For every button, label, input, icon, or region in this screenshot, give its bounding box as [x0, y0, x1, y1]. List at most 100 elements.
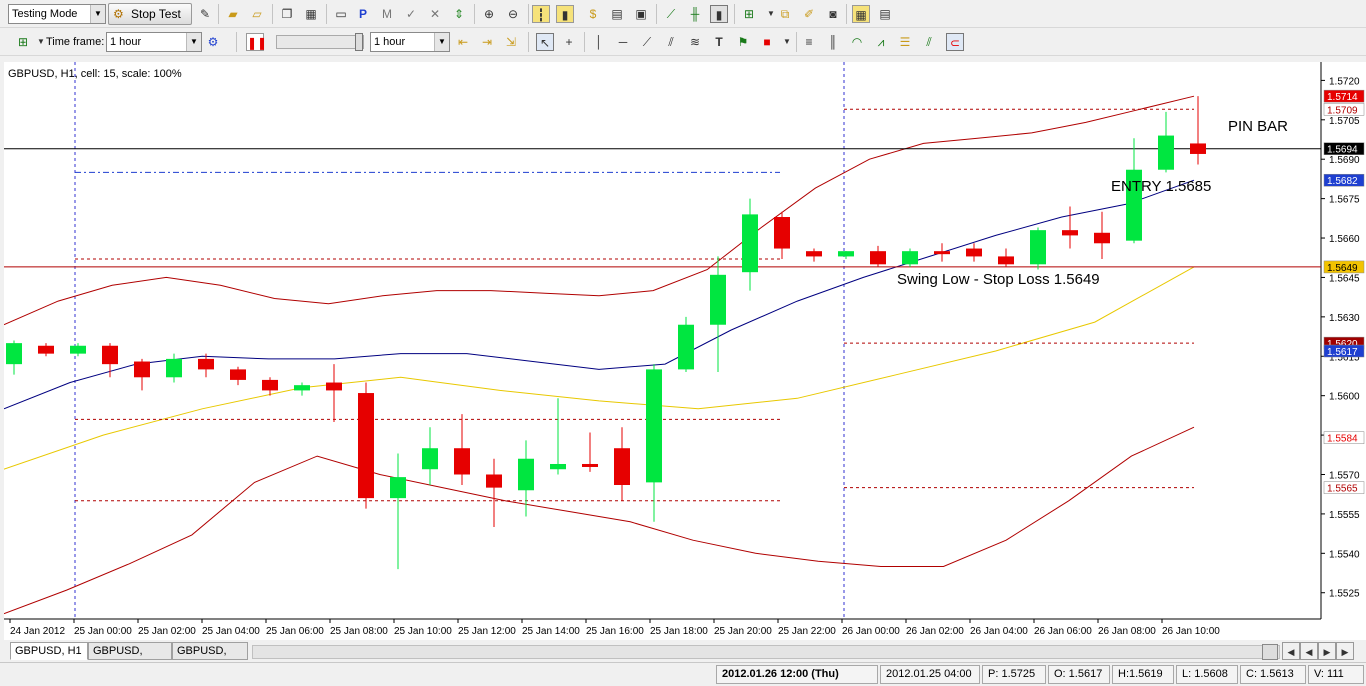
scroll-left-end-icon[interactable]: ◀ [1300, 642, 1318, 660]
document-icon[interactable]: ▭ [332, 5, 350, 23]
tab-gbpusd-h4[interactable]: GBPUSD, H4 [172, 642, 248, 673]
status-bar: 2012.01.26 12:00 (Thu) 2012.01.25 04:00 … [0, 662, 1366, 686]
scroll-left-icon[interactable]: ◀ [1282, 642, 1300, 660]
speed-slider[interactable] [276, 33, 364, 51]
bollinger-upper-line [3, 95, 1195, 326]
shapes-icon[interactable]: ■ [758, 33, 776, 51]
bar-chart-icon[interactable]: ┇ [532, 5, 550, 23]
vertical-line-icon[interactable]: │ [590, 33, 608, 51]
x-tick-label: 26 Jan 08:00 [1098, 626, 1156, 637]
stop-test-button[interactable]: ⚙ Stop Test [108, 3, 192, 25]
slider-thumb[interactable] [355, 33, 363, 51]
zoom-in-icon[interactable]: ⊕ [480, 5, 498, 23]
price-label: 1.5565 [1327, 484, 1358, 495]
tab-gbpusd-daily[interactable]: GBPUSD, Daily [88, 642, 172, 673]
folder-open-icon[interactable]: ▱ [248, 5, 266, 23]
swing-low-annotation: Swing Low - Stop Loss 1.5649 [897, 271, 1100, 288]
cascade-windows-icon[interactable]: ▤ [876, 5, 894, 23]
step-forward-icon[interactable]: ⇥ [478, 33, 496, 51]
brush-icon[interactable]: ✐ [800, 5, 818, 23]
grid-icon[interactable]: ▤ [608, 5, 626, 23]
chart-window-icon[interactable]: ▦ [302, 5, 320, 23]
p-icon[interactable]: P [354, 5, 372, 23]
expert-advisor-icon[interactable]: $ [584, 5, 602, 23]
candles-icon[interactable]: ▮ [556, 5, 574, 23]
candle-body [742, 214, 758, 273]
period-icon[interactable]: ▣ [632, 5, 650, 23]
m-icon[interactable]: M [378, 5, 396, 23]
candle-body [326, 382, 342, 391]
new-chart-icon[interactable]: ⊞ [14, 33, 32, 51]
settings-icon[interactable]: ⚙ [204, 33, 222, 51]
candle-body [518, 458, 534, 491]
skip-icon[interactable]: ⇲ [502, 33, 520, 51]
price-chart[interactable]: 1.57201.57051.56901.56751.56601.56451.56… [3, 62, 1366, 640]
label-icon[interactable]: ⚑ [734, 33, 752, 51]
cursor-icon[interactable]: ↖ [536, 33, 554, 51]
y-tick-label: 1.5720 [1329, 76, 1360, 87]
fibo-retracement-icon[interactable]: ☰ [896, 33, 914, 51]
period-select[interactable]: 1 hour ▼ [370, 32, 450, 52]
candlestick-icon[interactable]: ▮ [710, 5, 728, 23]
fibo-arcs-icon[interactable]: ◠ [848, 33, 866, 51]
zoom-out-icon[interactable]: ⊖ [504, 5, 522, 23]
candle-body [678, 324, 694, 370]
crosshair-icon[interactable]: + [560, 33, 578, 51]
text-icon[interactable]: T [710, 33, 728, 51]
objects-icon[interactable]: ⧉ [776, 5, 794, 23]
x-tick-label: 26 Jan 04:00 [970, 626, 1028, 637]
line-chart-icon[interactable]: ⟋ [662, 5, 680, 23]
tab-gbpusd-h1[interactable]: GBPUSD, H1 [10, 642, 88, 660]
scroll-right-icon[interactable]: ▶ [1318, 642, 1336, 660]
tile-windows-icon[interactable]: ▦ [852, 5, 870, 23]
stop-test-label: Stop Test [131, 7, 181, 21]
folder-icon[interactable]: ▰ [224, 5, 242, 23]
horizontal-line-icon[interactable]: ─ [614, 33, 632, 51]
status-bar-time: 2012.01.25 04:00 [880, 665, 980, 684]
candle-body [102, 345, 118, 365]
mode-select[interactable]: Testing Mode ▼ [8, 4, 106, 24]
chevron-down-icon[interactable]: ▼ [778, 33, 796, 51]
scroll-right-end-icon[interactable]: ▶ [1336, 642, 1354, 660]
x-tick-label: 25 Jan 18:00 [650, 626, 708, 637]
close-icon[interactable]: ✕ [426, 5, 444, 23]
timeframe-select[interactable]: 1 hour ▼ [106, 32, 202, 52]
bollinger-lower-line [3, 426, 1195, 615]
candle-body [166, 358, 182, 378]
edit-icon[interactable]: ✎ [196, 5, 214, 23]
x-tick-label: 24 Jan 2012 [10, 626, 65, 637]
horizontal-scrollbar[interactable] [252, 645, 1280, 659]
indicators-icon[interactable]: ⊞ [740, 5, 758, 23]
scroll-thumb[interactable] [1262, 644, 1278, 660]
camera-icon[interactable]: ◙ [824, 5, 842, 23]
chart-window[interactable]: 1.5720 1.5705 1.5690 1.5675 1.5660 1.5645 1.56… [3, 62, 1366, 640]
y-tick-label: 1.5570 [1329, 470, 1360, 481]
timeframe-label: Time frame: [46, 36, 105, 48]
zigzag-icon[interactable]: ≋ [686, 33, 704, 51]
magnet-icon[interactable]: ⊂ [946, 33, 964, 51]
price-label: 1.5682 [1327, 176, 1358, 187]
trendline-icon[interactable]: ⟋ [638, 33, 656, 51]
x-tick-label: 25 Jan 22:00 [778, 626, 836, 637]
cycle-lines-icon[interactable]: ║ [824, 33, 842, 51]
check-icon[interactable]: ✓ [402, 5, 420, 23]
timeframe-select-value: 1 hour [110, 36, 142, 48]
step-back-icon[interactable]: ⇤ [454, 33, 472, 51]
up-down-icon[interactable]: ⇕ [450, 5, 468, 23]
channel-icon[interactable]: ⫽ [662, 33, 680, 51]
gann-icon[interactable]: ⫽ [920, 33, 938, 51]
copy-icon[interactable]: ❐ [278, 5, 296, 23]
entry-annotation: ENTRY 1.5685 [1111, 178, 1211, 195]
chevron-down-icon: ▼ [434, 33, 449, 51]
candle-body [966, 248, 982, 257]
y-tick-label: 1.5555 [1329, 510, 1360, 521]
pause-icon[interactable]: ❚❚ [246, 33, 267, 51]
fibo-fan-icon[interactable]: ⩘ [872, 33, 890, 51]
main-toolbar: Testing Mode ▼ ⚙ Stop Test ✎ ▰ ▱ ❐ ▦ ▭ P… [0, 0, 1366, 28]
candle-body [806, 251, 822, 257]
equidistant-icon[interactable]: ≡ [800, 33, 818, 51]
status-open: O: 1.5617 [1048, 665, 1110, 684]
candle-body [902, 251, 918, 265]
bars-icon[interactable]: ╫ [686, 5, 704, 23]
x-tick-label: 25 Jan 16:00 [586, 626, 644, 637]
